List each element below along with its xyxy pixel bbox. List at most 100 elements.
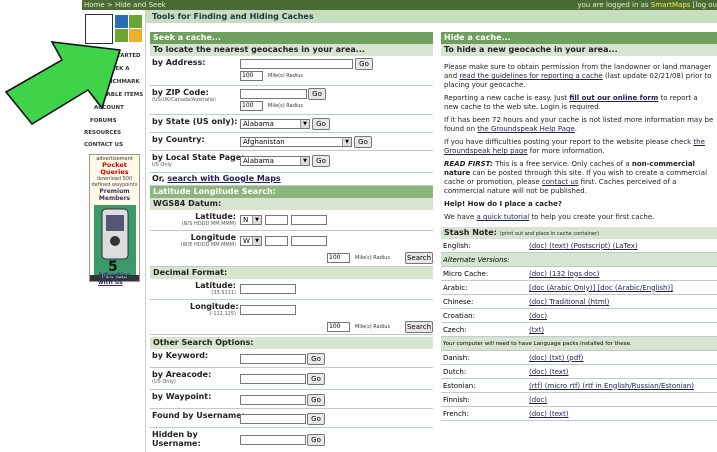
lat-minutes-input[interactable] [291,215,327,225]
logout-link[interactable]: [log ou [693,1,717,9]
local-sub-label: US Only [152,162,172,168]
quick-tutorial-link[interactable]: a quick tutorial [476,213,529,221]
p2-text-a: Reporting a new cache is easy. Just [444,94,570,102]
areacode-input[interactable] [240,374,306,384]
stash-row: Czech: (txt) [441,322,717,337]
waypoint-input[interactable] [240,395,306,405]
zip-radius-input[interactable]: 100 [240,101,263,111]
stash-note-title: Stash Note: [444,228,497,237]
longitude-label-text: Longitude [190,233,236,242]
address-radius-input[interactable]: 100 [240,71,263,81]
guidelines-link[interactable]: read the guidelines for reporting a cach… [459,72,602,80]
stash-row: Your computer will need to have Language… [441,336,717,351]
by-state-label: by State (US only): [152,117,238,126]
lon-degrees-input[interactable] [265,236,288,246]
waypoint-go-button[interactable]: Go [307,394,325,406]
found-by-go-button[interactable]: Go [307,413,325,425]
local-state-go-button[interactable]: Go [312,155,330,167]
by-keyword-label: by Keyword: [152,351,209,360]
keyword-input[interactable] [240,354,306,364]
stash-download-links[interactable]: (doc) (text) [527,406,717,421]
advertise-link[interactable]: Advertise with us [98,272,145,286]
lat-direction-select[interactable]: N ▼ [240,215,262,225]
read-first-paragraph: READ FIRST: This is a free service. Only… [441,158,717,198]
stash-language: Dutch: [441,364,527,379]
found-by-input[interactable] [240,414,306,424]
by-zip-label: by ZIP Code: (US/UK/Canada/Australia) [152,88,216,103]
lon-direction-value: W [243,237,250,245]
lat-degrees-input[interactable] [265,215,288,225]
stash-language: Arabic: [441,280,527,295]
country-select[interactable]: Afghanistan ▼ [240,137,352,147]
help-page-link[interactable]: the Groundspeak Help Page [477,125,575,133]
advertisement-banner[interactable]: advertisement Pocket Queries download 50… [89,154,140,282]
wgs-search-button[interactable]: Search [405,252,433,264]
google-maps-link[interactable]: search with Google Maps [167,174,280,183]
local-state-select[interactable]: Alabama ▼ [240,156,310,166]
stash-row: English: (doc) (text) (Postscript) (LaTex… [441,239,717,253]
decimal-radius-label: Mile(s) Radius [355,324,391,330]
decimal-longitude-input[interactable] [240,305,296,315]
by-address-label: by Address: [152,58,206,67]
sidebar-item-contact[interactable]: CONTACT US [84,142,123,148]
gps-device-icon: 5 [93,205,136,275]
stash-download-links[interactable]: (doc) Traditional (html) [527,294,717,309]
help-title: Help! How do I place a cache? [444,200,562,208]
address-go-button[interactable]: Go [355,58,373,70]
ad-title: Pocket Queries [100,161,129,176]
stash-language: Estonian: [441,378,527,393]
google-maps-row: Or, search with Google Maps [150,173,433,186]
state-select[interactable]: Alabama ▼ [240,119,310,129]
areacode-label-text: by Areacode: [152,370,212,379]
stash-download-links[interactable]: (doc) (txt) (pdf) [527,350,717,365]
login-prefix: you are logged in as [577,1,651,9]
stash-download-links[interactable]: (doc) [527,308,717,323]
seek-panel: Seek a cache... To locate the nearest ge… [150,32,433,452]
decimal-latitude-sub: (33.5111) [211,290,236,296]
longitude-label: Longitude (W/E HDDD MM.MMM) [181,233,236,248]
latitude-sub-label: (N/S HDDD MM.MMM) [181,221,236,227]
top-bar: Home > Hide and Seek you are logged in a… [82,0,717,10]
by-areacode-row: by Areacode: (US Only) Go [150,368,433,390]
stash-download-links[interactable]: (rtf) (micro rtf) (rtf in English/Russia… [527,378,717,393]
stash-download-links[interactable]: [doc (Arabic Only)] [doc (Arabic/English… [527,280,717,295]
wgs-search-row: 100 Mile(s) Radius Search [150,251,433,267]
by-local-state-row: by Local State Page: US Only Alabama ▼ Go [150,151,433,173]
longitude-row: Longitude (W/E HDDD MM.MMM) W ▼ [150,231,433,251]
decimal-latitude-row: Latitude: (33.5111) [150,279,433,300]
address-input[interactable] [240,59,353,69]
stash-download-links[interactable]: (doc) (text) [527,364,717,379]
lon-minutes-input[interactable] [291,236,327,246]
username-link[interactable]: SmartMaps [651,1,691,9]
by-keyword-row: by Keyword: Go [150,349,433,368]
stash-row: French: (doc) (text) [441,406,717,421]
ad-image: 5 [93,205,136,275]
decimal-search-button[interactable]: Search [405,321,433,333]
stash-download-links[interactable]: (doc) (text) (Postscript) (LaTex) [527,239,717,253]
stash-download-links[interactable]: (doc) [527,392,717,407]
p4-text-b: for more information. [527,147,605,155]
keyword-go-button[interactable]: Go [307,353,325,365]
zip-label-text: by ZIP Code: [152,88,209,97]
online-form-link[interactable]: fill out our online form [569,94,658,102]
decimal-latitude-input[interactable] [240,284,296,294]
stash-download-links[interactable]: (doc) (132 logs doc) [527,266,717,281]
state-go-button[interactable]: Go [312,118,330,130]
stash-row: Estonian: (rtf) (micro rtf) (rtf in Engli… [441,378,717,393]
contact-us-link[interactable]: contact us [542,178,579,186]
decimal-radius-input[interactable]: 100 [327,322,350,332]
by-waypoint-label: by Waypoint: [152,392,212,401]
report-paragraph: Reporting a new cache is easy. Just fill… [441,92,717,114]
areacode-go-button[interactable]: Go [307,373,325,385]
stash-download-links[interactable]: (txt) [527,322,717,337]
decimal-latitude-label: Latitude: (33.5111) [190,281,236,296]
stash-note-header: Stash Note: (print out and place in cach… [441,227,717,239]
hidden-by-go-button[interactable]: Go [307,434,325,446]
zip-input[interactable] [240,89,307,99]
wgs-radius-input[interactable]: 100 [327,253,350,263]
country-go-button[interactable]: Go [354,136,372,148]
zip-go-button[interactable]: Go [308,88,326,100]
local-state-label-text: by Local State Page: [152,153,245,162]
lon-direction-select[interactable]: W ▼ [240,236,262,246]
hidden-by-input[interactable] [240,435,306,445]
